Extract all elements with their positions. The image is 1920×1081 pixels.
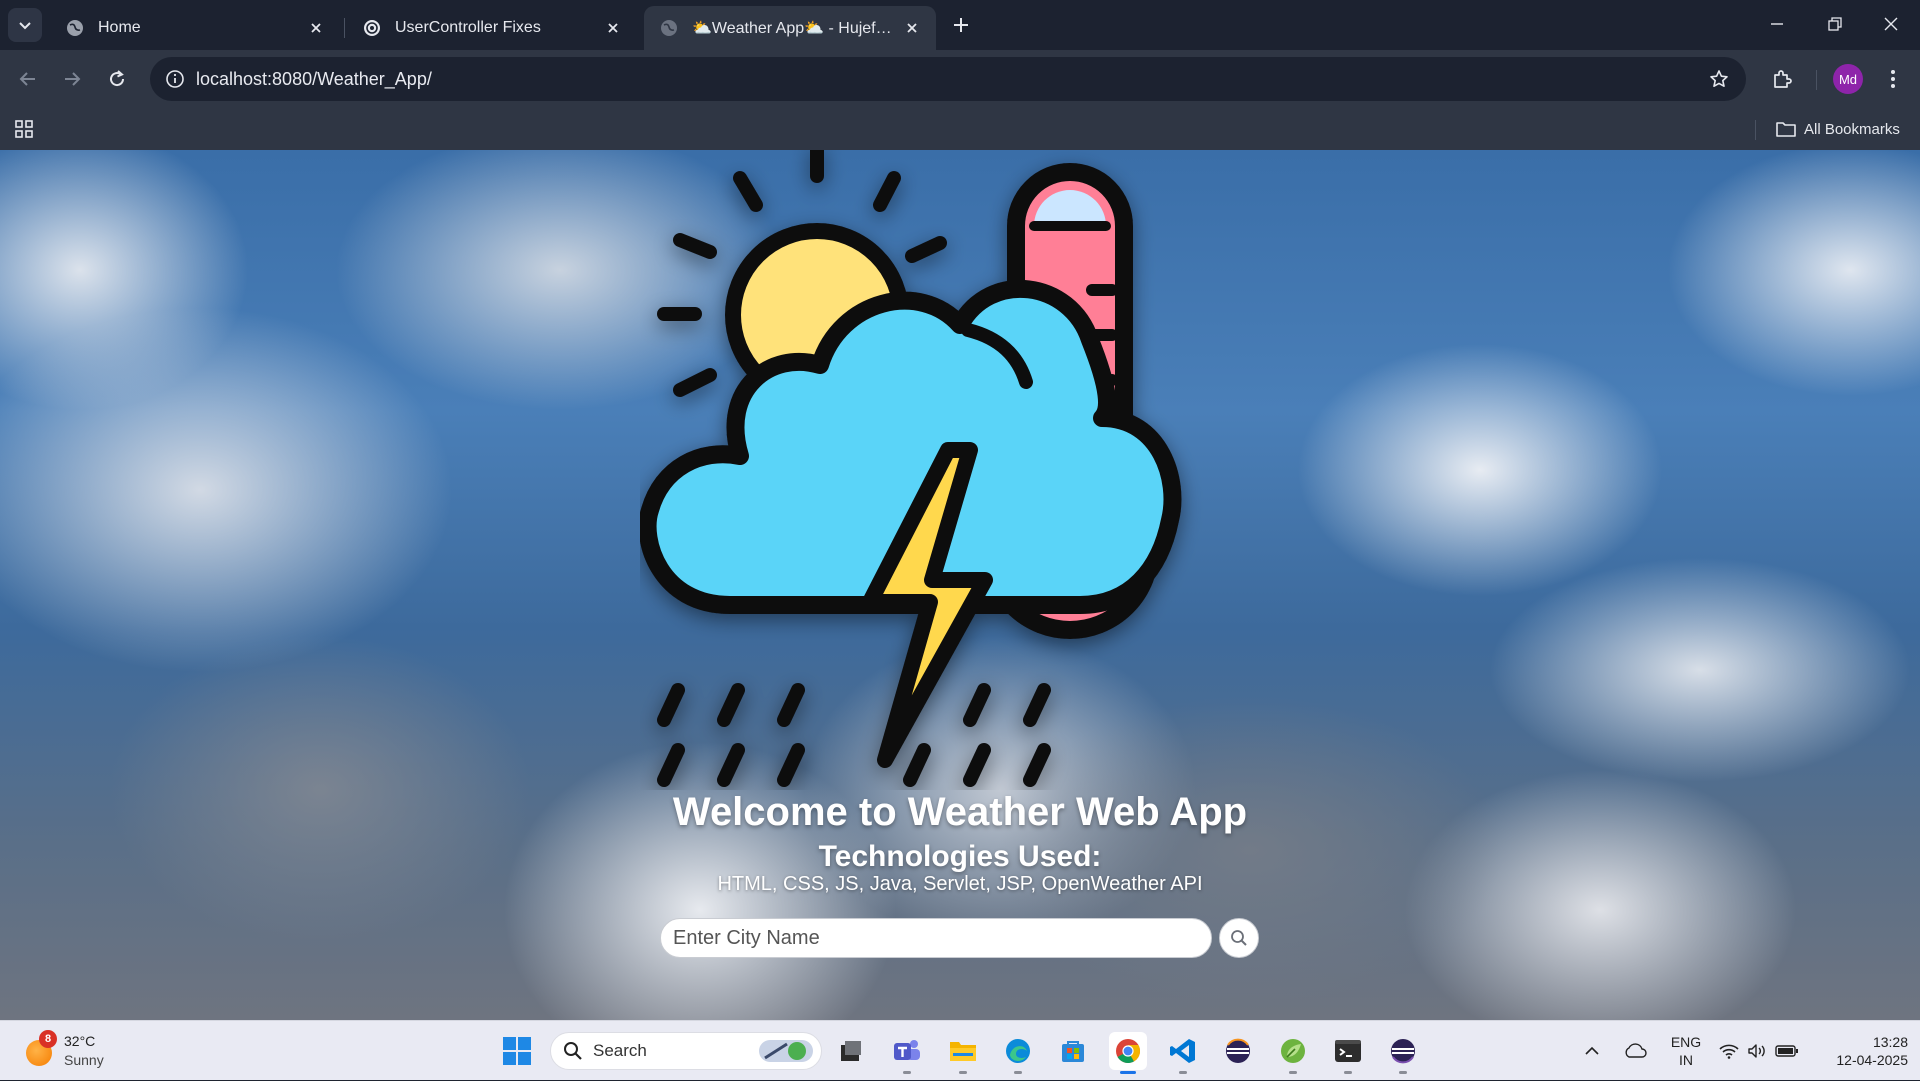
running-indicator [1179, 1071, 1187, 1074]
profile-avatar[interactable]: Md [1833, 64, 1863, 94]
running-indicator [1289, 1071, 1297, 1074]
bookmarks-bar: All Bookmarks [0, 108, 1920, 150]
close-icon [1884, 17, 1898, 31]
weather-hero-icon [640, 150, 1182, 787]
volume-icon[interactable] [1744, 1021, 1770, 1081]
language-indicator[interactable]: ENG IN [1666, 1033, 1706, 1069]
tab-search-button[interactable] [8, 8, 42, 42]
technologies-heading: Technologies Used: [818, 840, 1102, 873]
all-bookmarks-button[interactable]: All Bookmarks [1776, 117, 1900, 141]
battery-icon[interactable] [1772, 1021, 1802, 1081]
arrow-right-icon [65, 72, 81, 86]
close-window-button[interactable] [1862, 0, 1920, 48]
language-line2: IN [1679, 1052, 1693, 1068]
extensions-button[interactable] [1764, 61, 1800, 97]
clock-date: 12-04-2025 [1836, 1052, 1908, 1068]
close-icon[interactable] [302, 14, 330, 42]
windows-taskbar: 8 32°C Sunny Search ENG IN 13:28 12-04-2… [0, 1020, 1920, 1080]
bookmark-star-icon[interactable] [1704, 64, 1734, 94]
puzzle-icon [1774, 70, 1792, 88]
clock-time: 13:28 [1872, 1034, 1908, 1050]
search-highlight-icon [759, 1040, 813, 1062]
technologies-list: HTML, CSS, JS, Java, Servlet, JSP, OpenW… [717, 873, 1203, 895]
bookmarks-separator [1755, 120, 1756, 140]
tab-home[interactable]: Home [50, 6, 340, 50]
back-button[interactable] [10, 61, 46, 97]
task-view-icon[interactable] [832, 1032, 870, 1070]
welcome-heading: Welcome to Weather Web App [672, 790, 1248, 834]
eclipse-icon[interactable] [1219, 1032, 1257, 1070]
restore-icon [1828, 17, 1842, 31]
tab-title: ⛅Weather App⛅ - Hujefa Sa [692, 20, 898, 37]
city-search-input[interactable] [660, 918, 1212, 958]
running-indicator [959, 1071, 967, 1074]
chevron-up-icon [1585, 1046, 1599, 1055]
tab-weather-app[interactable]: ⛅Weather App⛅ - Hujefa Sa [644, 6, 936, 50]
onedrive-icon[interactable] [1620, 1021, 1650, 1081]
taskbar-search[interactable]: Search [550, 1032, 822, 1070]
active-indicator [1120, 1071, 1136, 1074]
kebab-menu-icon [1891, 70, 1895, 88]
tab-separator [344, 18, 345, 38]
terminal-icon[interactable] [1329, 1032, 1367, 1074]
url-text[interactable]: localhost:8080/Weather_App/ [196, 69, 432, 90]
rain-drops [657, 683, 1051, 787]
taskbar-search-label: Search [593, 1041, 647, 1060]
running-indicator [1014, 1071, 1022, 1074]
spring-tools-icon[interactable] [1274, 1032, 1312, 1074]
arrow-left-icon [19, 72, 35, 86]
browser-menu-button[interactable] [1875, 61, 1911, 97]
all-bookmarks-label: All Bookmarks [1804, 120, 1900, 138]
folder-icon [1776, 122, 1796, 137]
running-indicator [1344, 1071, 1352, 1074]
tab-strip: Home UserController Fixes ⛅Weather App⛅ … [0, 0, 1920, 50]
wifi-icon[interactable] [1716, 1021, 1742, 1081]
taskbar-clock[interactable]: 13:28 12-04-2025 [1808, 1033, 1908, 1069]
teams-icon[interactable] [888, 1032, 926, 1074]
search-icon [564, 1042, 582, 1060]
show-hidden-icons-button[interactable] [1580, 1021, 1604, 1081]
weather-sun-icon: 8 [24, 1030, 57, 1066]
city-search-button[interactable] [1219, 918, 1259, 958]
file-explorer-icon[interactable] [944, 1032, 982, 1074]
chrome-icon[interactable] [1109, 1032, 1147, 1074]
apps-grid-icon[interactable] [12, 117, 36, 141]
globe-icon [660, 19, 678, 37]
new-tab-button[interactable] [946, 10, 976, 40]
weather-condition: Sunny [64, 1052, 104, 1068]
close-icon[interactable] [599, 14, 627, 42]
globe-icon [66, 19, 84, 37]
restore-button[interactable] [1806, 0, 1864, 48]
notification-badge: 8 [39, 1030, 57, 1048]
running-indicator [903, 1071, 911, 1074]
minimize-icon [1771, 23, 1783, 25]
store-icon[interactable] [1054, 1032, 1092, 1070]
site-info-icon[interactable] [160, 64, 190, 94]
language-line1: ENG [1670, 1034, 1702, 1050]
openai-icon [363, 19, 381, 37]
search-icon [1231, 930, 1247, 946]
running-indicator [1399, 1071, 1407, 1074]
reload-button[interactable] [99, 61, 135, 97]
browser-toolbar: localhost:8080/Weather_App/ Md [0, 50, 1920, 108]
plus-icon [954, 18, 968, 32]
weather-temp: 32°C [64, 1033, 96, 1049]
eclipse-jee-icon[interactable] [1384, 1032, 1422, 1074]
tab-usercontroller[interactable]: UserController Fixes [347, 6, 637, 50]
edge-icon[interactable] [999, 1032, 1037, 1074]
forward-button[interactable] [54, 61, 90, 97]
weather-app-page: Welcome to Weather Web App Technologies … [0, 150, 1920, 1020]
toolbar-separator [1816, 70, 1817, 90]
address-bar[interactable]: localhost:8080/Weather_App/ [150, 57, 1746, 101]
tab-title: UserController Fixes [395, 19, 541, 36]
windows-logo-icon [503, 1037, 531, 1065]
tab-title: Home [98, 19, 141, 36]
weather-widget[interactable]: 8 32°C Sunny [24, 1029, 104, 1073]
reload-icon [110, 70, 125, 87]
chevron-down-icon [19, 22, 31, 30]
start-button[interactable] [498, 1032, 536, 1070]
minimize-button[interactable] [1748, 0, 1806, 48]
close-icon[interactable] [898, 14, 926, 42]
vscode-icon[interactable] [1164, 1032, 1202, 1074]
